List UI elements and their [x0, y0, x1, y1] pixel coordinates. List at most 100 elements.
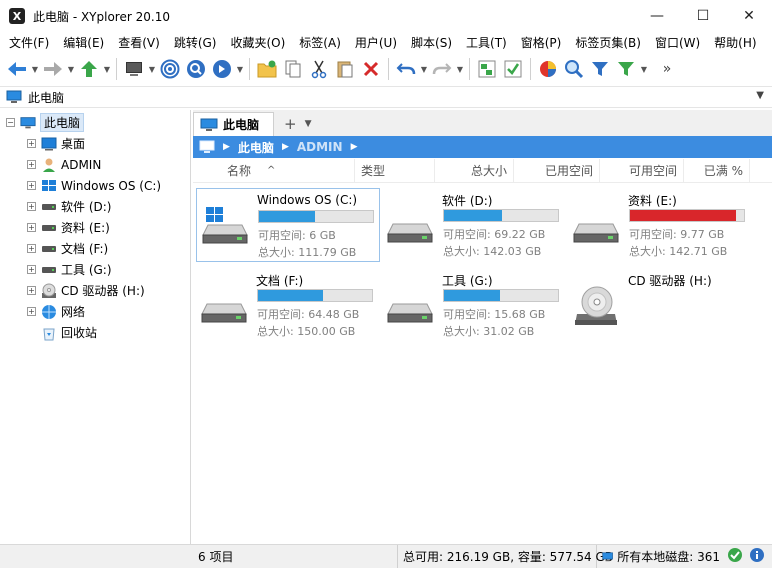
tree-item[interactable]: + 网络 — [0, 301, 190, 322]
cut-icon[interactable] — [306, 56, 332, 82]
toolbar: ▼ ▼ ▼ ▼ ▼ ▼ ▼ ▼ » — [0, 54, 772, 84]
menu-user[interactable]: 用户(U) — [346, 34, 402, 51]
up-arrow-icon[interactable] — [76, 56, 102, 82]
drive-usage-fill — [444, 210, 503, 221]
expand-icon[interactable]: + — [27, 223, 36, 232]
breadcrumb: ▶ 此电脑 ▶ ADMIN ▶ — [193, 136, 772, 158]
expand-icon[interactable]: + — [27, 286, 36, 295]
undo-icon[interactable] — [393, 56, 419, 82]
expand-icon[interactable]: + — [27, 244, 36, 253]
tree-item[interactable]: 回收站 — [0, 322, 190, 343]
menu-panes[interactable]: 窗格(P) — [512, 34, 567, 51]
dual-pane-icon[interactable] — [474, 56, 500, 82]
drive-total-size: 总大小: 142.71 GB — [629, 245, 728, 258]
maximize-button[interactable]: ☐ — [680, 0, 726, 32]
computer-dropdown-icon[interactable]: ▼ — [147, 56, 157, 82]
expand-icon[interactable]: + — [27, 202, 36, 211]
address-input[interactable]: 此电脑 — [28, 89, 64, 106]
refresh-circle-icon[interactable] — [209, 56, 235, 82]
toolbar-overflow-icon[interactable]: » — [659, 56, 675, 82]
tree-item[interactable]: + 文档 (F:) — [0, 238, 190, 259]
menu-file[interactable]: 文件(F) — [0, 34, 54, 51]
green-filter-icon[interactable] — [613, 56, 639, 82]
drive-tile[interactable]: 资料 (E:) 可用空间: 9.77 GB 总大小: 142.71 GB — [568, 188, 752, 262]
menu-tabsets[interactable]: 标签页集(B) — [566, 34, 646, 51]
column-total-size[interactable]: 总大小 — [435, 158, 514, 183]
drive-icon — [201, 284, 247, 324]
tree-item[interactable]: + Windows OS (C:) — [0, 175, 190, 196]
drive-icon — [41, 200, 57, 214]
close-button[interactable]: ✕ — [726, 0, 772, 32]
drive-usage-fill — [259, 211, 315, 222]
menu-go[interactable]: 跳转(G) — [165, 34, 222, 51]
forward-arrow-icon[interactable] — [40, 56, 66, 82]
drive-icon — [41, 221, 57, 235]
expand-icon[interactable]: + — [27, 265, 36, 274]
undo-dropdown-icon[interactable]: ▼ — [419, 56, 429, 82]
drive-tile[interactable]: 文档 (F:) 可用空间: 64.48 GB 总大小: 150.00 GB — [196, 268, 380, 342]
paste-icon[interactable] — [332, 56, 358, 82]
chevron-down-icon[interactable]: ▼ — [756, 90, 764, 101]
tree-item[interactable]: + ADMIN — [0, 154, 190, 175]
minimize-button[interactable]: — — [634, 0, 680, 32]
filter-icon[interactable] — [587, 56, 613, 82]
new-tab-button[interactable]: + — [284, 112, 297, 136]
refresh-dropdown-icon[interactable]: ▼ — [235, 56, 245, 82]
tree-item-label: 软件 (D:) — [61, 200, 112, 214]
tree-item[interactable]: + 软件 (D:) — [0, 196, 190, 217]
column-percent-full[interactable]: 已满 % — [684, 158, 750, 183]
expand-icon[interactable]: + — [27, 160, 36, 169]
tree-item[interactable]: + 资料 (E:) — [0, 217, 190, 238]
up-dropdown-icon[interactable]: ▼ — [102, 56, 112, 82]
tab-menu-button[interactable]: ▼ — [305, 112, 312, 136]
drive-icon — [387, 204, 433, 244]
windows-drive-icon — [41, 179, 57, 193]
column-used-space[interactable]: 已用空间 — [514, 158, 600, 183]
tree-item[interactable]: + CD 驱动器 (H:) — [0, 280, 190, 301]
tree-item[interactable]: + 工具 (G:) — [0, 259, 190, 280]
menu-favorites[interactable]: 收藏夹(O) — [221, 34, 290, 51]
expand-icon[interactable]: + — [27, 181, 36, 190]
menu-view[interactable]: 查看(V) — [109, 34, 165, 51]
collapse-icon[interactable]: − — [6, 118, 15, 127]
back-arrow-icon[interactable] — [4, 56, 30, 82]
tree-item[interactable]: − 此电脑 — [0, 112, 190, 133]
expand-icon[interactable]: + — [27, 139, 36, 148]
breadcrumb-this-pc[interactable]: 此电脑 — [238, 139, 274, 156]
address-bar[interactable]: 此电脑 ▼ — [0, 86, 772, 108]
color-filter-icon[interactable] — [535, 56, 561, 82]
copy-icon[interactable] — [280, 56, 306, 82]
menu-tools[interactable]: 工具(T) — [457, 34, 512, 51]
expand-icon[interactable]: + — [27, 307, 36, 316]
menu-window[interactable]: 窗口(W) — [646, 34, 705, 51]
tree-item-label: CD 驱动器 (H:) — [61, 284, 145, 298]
new-folder-icon[interactable] — [254, 56, 280, 82]
menu-tags[interactable]: 标签(A) — [290, 34, 346, 51]
menu-scripting[interactable]: 脚本(S) — [402, 34, 457, 51]
breadcrumb-admin[interactable]: ADMIN — [297, 140, 343, 154]
target-icon[interactable] — [157, 56, 183, 82]
status-info-icon — [749, 547, 765, 566]
drive-tile[interactable]: CD 驱动器 (H:) — [568, 268, 752, 342]
drive-tile[interactable]: 软件 (D:) 可用空间: 69.22 GB 总大小: 142.03 GB — [382, 188, 566, 262]
find-icon[interactable] — [561, 56, 587, 82]
drive-tile[interactable]: Windows OS (C:) 可用空间: 6 GB 总大小: 111.79 GB — [196, 188, 380, 262]
computer-icon[interactable] — [121, 56, 147, 82]
column-type[interactable]: 类型 — [355, 158, 435, 183]
tree-item[interactable]: + 桌面 — [0, 133, 190, 154]
forward-dropdown-icon[interactable]: ▼ — [66, 56, 76, 82]
back-dropdown-icon[interactable]: ▼ — [30, 56, 40, 82]
tab-this-pc[interactable]: 此电脑 — [193, 112, 275, 136]
filter-dropdown-icon[interactable]: ▼ — [639, 56, 649, 82]
checkbox-icon[interactable] — [500, 56, 526, 82]
search-circle-icon[interactable] — [183, 56, 209, 82]
column-header: 名称 ^ 类型 总大小 已用空间 可用空间 已满 % — [193, 158, 772, 183]
menu-help[interactable]: 帮助(H) — [705, 34, 761, 51]
menu-edit[interactable]: 编辑(E) — [54, 34, 109, 51]
column-free-space[interactable]: 可用空间 — [600, 158, 684, 183]
redo-icon[interactable] — [429, 56, 455, 82]
delete-icon[interactable] — [358, 56, 384, 82]
redo-dropdown-icon[interactable]: ▼ — [455, 56, 465, 82]
drive-tile[interactable]: 工具 (G:) 可用空间: 15.68 GB 总大小: 31.02 GB — [382, 268, 566, 342]
column-name[interactable]: 名称 ^ — [221, 158, 355, 183]
